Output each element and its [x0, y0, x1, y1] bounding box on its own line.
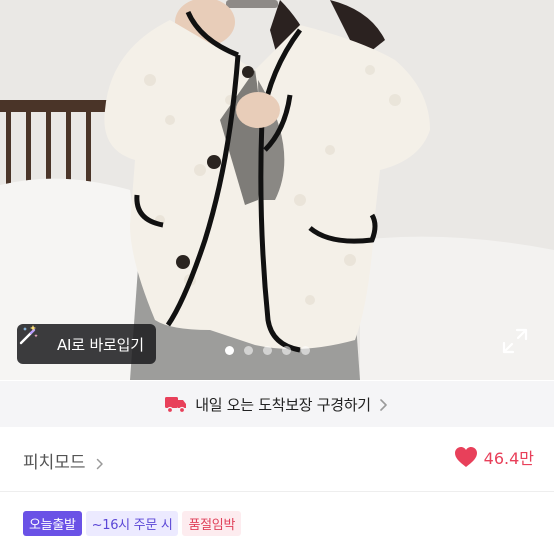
carousel-indicator	[225, 346, 310, 355]
carousel-dot[interactable]	[263, 346, 272, 355]
product-photo-illustration	[0, 0, 554, 380]
shop-link[interactable]: 피치모드	[23, 448, 104, 473]
like-count: 46.4만	[483, 449, 534, 468]
delivery-guarantee-banner[interactable]: 내일 오는 도착보장 구경하기	[0, 381, 554, 427]
product-image[interactable]: AI로 바로입기	[0, 0, 554, 380]
carousel-dot[interactable]	[282, 346, 291, 355]
carousel-dot-active[interactable]	[225, 346, 234, 355]
heart-icon	[454, 446, 478, 468]
magic-wand-icon	[19, 325, 51, 356]
carousel-dot[interactable]	[301, 346, 310, 355]
like-button[interactable]: 46.4만	[454, 445, 534, 469]
chevron-right-icon	[96, 455, 104, 469]
expand-icon[interactable]	[502, 328, 528, 354]
shipping-badges: 오늘출발 ~16시 주문 시 품절임박	[23, 511, 242, 536]
badge-same-day: 오늘출발	[23, 511, 82, 536]
badge-low-stock: 품절임박	[182, 511, 242, 536]
ai-try-on-button[interactable]: AI로 바로입기	[17, 324, 156, 364]
section-divider	[0, 491, 554, 492]
delivery-truck-icon	[165, 395, 187, 414]
shop-row: 피치모드 46.4만	[0, 427, 554, 491]
chevron-right-icon	[379, 397, 389, 411]
shop-name: 피치모드	[23, 453, 86, 473]
delivery-banner-text: 내일 오는 도착보장 구경하기	[195, 395, 371, 414]
ai-try-on-label: AI로 바로입기	[57, 335, 144, 354]
carousel-dot[interactable]	[244, 346, 253, 355]
badge-order-deadline: ~16시 주문 시	[85, 511, 179, 536]
